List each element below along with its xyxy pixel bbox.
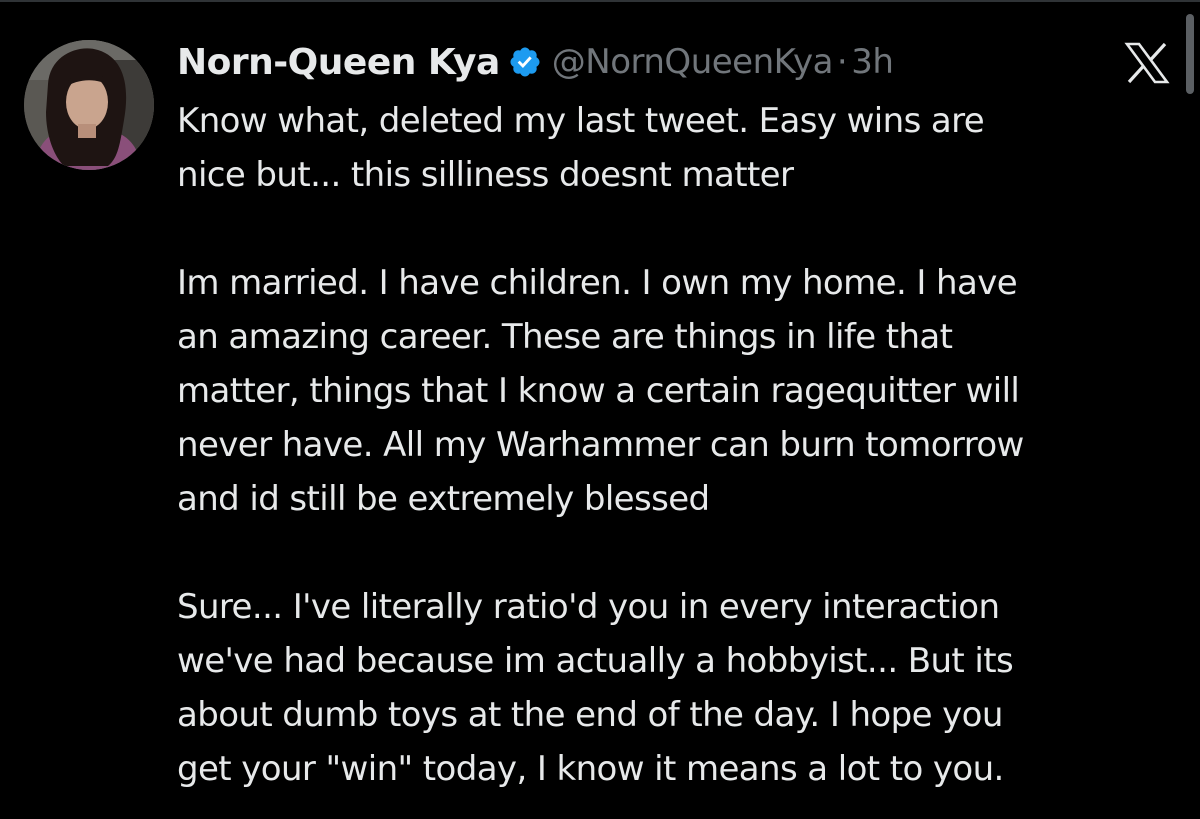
x-logo-icon[interactable] — [1124, 42, 1170, 84]
tweet-line: we've had because im actually a hobbyist… — [177, 641, 1014, 681]
tweet-text: Know what, deleted my last tweet. Easy w… — [177, 94, 1177, 796]
scrollbar[interactable] — [1186, 14, 1194, 94]
tweet-line: get your "win" today, I know it means a … — [177, 749, 1004, 789]
tweet-line: Im married. I have children. I own my ho… — [177, 263, 1018, 303]
tweet-header: Norn-Queen Kya @NornQueenKya · 3h — [177, 36, 894, 88]
handle[interactable]: @NornQueenKya — [552, 42, 834, 82]
top-divider — [0, 0, 1200, 2]
avatar-photo — [24, 40, 154, 170]
tweet-line: nice but... this silliness doesnt matter — [177, 155, 794, 195]
tweet-line: about dumb toys at the end of the day. I… — [177, 695, 1003, 735]
tweet-line: an amazing career. These are things in l… — [177, 317, 953, 357]
tweet-line: and id still be extremely blessed — [177, 479, 710, 519]
tweet-line: Sure... I've literally ratio'd you in ev… — [177, 587, 1000, 627]
tweet-line: never have. All my Warhammer can burn to… — [177, 425, 1024, 465]
verified-badge-icon — [508, 45, 542, 79]
display-name[interactable]: Norn-Queen Kya — [177, 42, 500, 83]
avatar[interactable] — [24, 40, 154, 170]
timestamp[interactable]: 3h — [851, 42, 894, 82]
tweet-line: Know what, deleted my last tweet. Easy w… — [177, 101, 985, 141]
tweet-line: matter, things that I know a certain rag… — [177, 371, 1020, 411]
separator-dot: · — [836, 42, 848, 82]
